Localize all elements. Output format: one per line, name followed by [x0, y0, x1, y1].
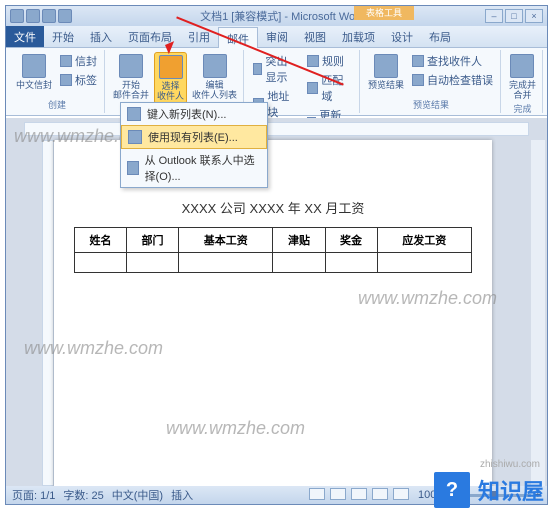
- tab-file[interactable]: 文件: [6, 26, 44, 47]
- check-icon: [412, 74, 424, 86]
- word-icon: [10, 9, 24, 23]
- envelopes-button[interactable]: 信封: [57, 52, 100, 70]
- finish-icon: [510, 54, 534, 78]
- chinese-envelope-button[interactable]: 中文信封: [14, 52, 54, 92]
- minimize-button[interactable]: –: [485, 9, 503, 23]
- col-name[interactable]: 姓名: [75, 228, 127, 253]
- document-heading[interactable]: XXXX 公司 XXXX 年 XX 月工资: [54, 198, 492, 217]
- site-logo: ? 知识屋: [434, 472, 544, 508]
- app-window: 表格工具 文档1 [兼容模式] - Microsoft Word – □ × 文…: [5, 5, 548, 505]
- tab-references[interactable]: 引用: [180, 26, 218, 47]
- existing-list-icon: [128, 130, 142, 144]
- new-list-icon: [127, 107, 141, 121]
- group-preview: 预览结果 查找收件人 自动检查错误 预览结果: [362, 50, 501, 113]
- full-screen-view-button[interactable]: [330, 488, 346, 500]
- col-allowance[interactable]: 津贴: [273, 228, 325, 253]
- find-recipient-button[interactable]: 查找收件人: [409, 52, 496, 70]
- web-layout-view-button[interactable]: [351, 488, 367, 500]
- title-bar: 文档1 [兼容模式] - Microsoft Word – □ ×: [6, 6, 547, 26]
- vertical-scrollbar[interactable]: [531, 140, 545, 486]
- view-buttons: [308, 488, 410, 503]
- table-row[interactable]: [75, 253, 472, 273]
- tab-addins[interactable]: 加载项: [334, 26, 383, 47]
- rules-button[interactable]: 规则: [304, 52, 355, 70]
- tab-view[interactable]: 视图: [296, 26, 334, 47]
- document-page[interactable]: XXXX 公司 XXXX 年 XX 月工资 姓名 部门 基本工资 津贴 奖金 应…: [54, 140, 492, 486]
- horizontal-ruler[interactable]: [24, 122, 529, 136]
- vertical-ruler[interactable]: [42, 140, 54, 486]
- salary-table[interactable]: 姓名 部门 基本工资 津贴 奖金 应发工资: [74, 227, 472, 273]
- col-dept[interactable]: 部门: [127, 228, 179, 253]
- word-count[interactable]: 字数: 25: [63, 487, 103, 503]
- highlight-icon: [253, 63, 262, 75]
- undo-icon[interactable]: [42, 9, 56, 23]
- tab-layout[interactable]: 布局: [421, 26, 459, 47]
- outlook-icon: [127, 161, 139, 175]
- rules-icon: [307, 55, 319, 67]
- draft-view-button[interactable]: [393, 488, 409, 500]
- window-title: 文档1 [兼容模式] - Microsoft Word: [80, 8, 485, 24]
- merge-icon: [119, 54, 143, 78]
- recipients-icon: [159, 55, 183, 79]
- group-create: 中文信封 信封 标签 创建: [10, 50, 105, 113]
- contextual-tab-label: 表格工具: [354, 6, 414, 20]
- tab-insert[interactable]: 插入: [82, 26, 120, 47]
- mail-icon: [60, 55, 72, 67]
- start-mail-merge-button[interactable]: 开始 邮件合并: [111, 52, 151, 102]
- print-layout-view-button[interactable]: [309, 488, 325, 500]
- select-recipients-button[interactable]: 选择 收件人: [154, 52, 187, 104]
- window-controls: – □ ×: [485, 9, 543, 23]
- edit-recipients-button[interactable]: 编辑 收件人列表: [190, 52, 239, 102]
- outline-view-button[interactable]: [372, 488, 388, 500]
- group-finish: 完成并 合并 完成: [503, 50, 543, 113]
- logo-icon: ?: [434, 472, 470, 508]
- document-area: XXXX 公司 XXXX 年 XX 月工资 姓名 部门 基本工资 津贴 奖金 应…: [6, 118, 547, 486]
- maximize-button[interactable]: □: [505, 9, 523, 23]
- type-new-list-item[interactable]: 键入新列表(N)...: [121, 103, 267, 125]
- edit-list-icon: [203, 54, 227, 78]
- close-button[interactable]: ×: [525, 9, 543, 23]
- finish-merge-button[interactable]: 完成并 合并: [507, 52, 538, 102]
- auto-check-button[interactable]: 自动检查错误: [409, 71, 496, 89]
- col-bonus[interactable]: 奖金: [325, 228, 377, 253]
- envelope-icon: [22, 54, 46, 78]
- tab-design[interactable]: 设计: [383, 26, 421, 47]
- use-existing-list-item[interactable]: 使用现有列表(E)...: [121, 125, 267, 149]
- save-icon[interactable]: [26, 9, 40, 23]
- tab-home[interactable]: 开始: [44, 26, 82, 47]
- page-count[interactable]: 页面: 1/1: [12, 487, 55, 503]
- language-status[interactable]: 中文(中国): [112, 487, 163, 503]
- table-header-row: 姓名 部门 基本工资 津贴 奖金 应发工资: [75, 228, 472, 253]
- ribbon-tabs: 文件 开始 插入 页面布局 引用 邮件 审阅 视图 加载项 设计 布局: [6, 26, 547, 48]
- match-icon: [307, 82, 318, 94]
- select-recipients-menu: 键入新列表(N)... 使用现有列表(E)... 从 Outlook 联系人中选…: [120, 102, 268, 188]
- quick-access-toolbar: [10, 9, 72, 23]
- tab-review[interactable]: 审阅: [258, 26, 296, 47]
- outlook-contacts-item[interactable]: 从 Outlook 联系人中选择(O)...: [121, 149, 267, 187]
- match-fields-button[interactable]: 匹配域: [304, 71, 355, 105]
- col-total[interactable]: 应发工资: [377, 228, 471, 253]
- label-icon: [60, 74, 72, 86]
- redo-icon[interactable]: [58, 9, 72, 23]
- col-base[interactable]: 基本工资: [179, 228, 273, 253]
- preview-results-button[interactable]: 预览结果: [366, 52, 406, 92]
- find-icon: [412, 55, 424, 67]
- logo-text: 知识屋: [478, 474, 544, 506]
- insert-mode[interactable]: 插入: [171, 487, 193, 503]
- preview-icon: [374, 54, 398, 78]
- labels-button[interactable]: 标签: [57, 71, 100, 89]
- logo-subtitle: zhishiwu.com: [480, 459, 540, 470]
